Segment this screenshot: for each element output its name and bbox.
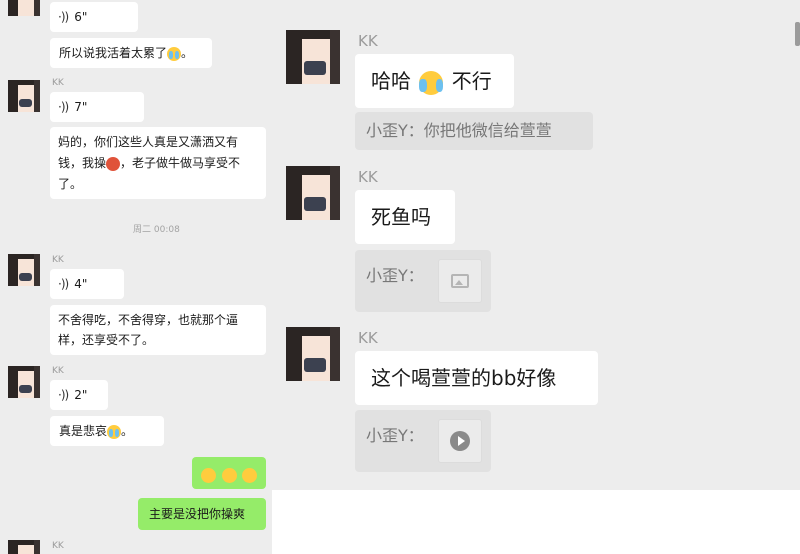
sticker-message[interactable] — [192, 457, 266, 489]
avatar[interactable] — [8, 254, 40, 286]
sender-name: KK — [358, 168, 378, 186]
avatar[interactable] — [8, 0, 40, 16]
message-bubble[interactable]: 死鱼吗 — [355, 190, 455, 244]
image-icon — [451, 274, 469, 288]
timestamp: 周二 00:08 — [133, 225, 180, 235]
message-bubble[interactable]: 妈的，你们这些人真是又潇洒又有 钱，我操 ，老子做牛做马享受不 了。 — [50, 127, 266, 199]
message-bubble[interactable]: 这个喝萱萱的bb好像 — [355, 351, 598, 405]
sender-name: KK — [52, 541, 64, 551]
face-emoji-icon — [221, 468, 237, 483]
scrollbar[interactable] — [795, 22, 800, 46]
voice-icon: ·)) — [58, 10, 69, 24]
avatar[interactable] — [286, 166, 340, 220]
message-bubble[interactable]: 哈哈 不行 — [355, 54, 514, 108]
avatar[interactable] — [8, 366, 40, 398]
voice-icon: ·)) — [58, 388, 69, 402]
sender-name: KK — [52, 366, 64, 376]
sent-message-bubble[interactable]: 主要是没把你操爽 — [138, 498, 266, 530]
sender-name: KK — [358, 32, 378, 50]
quoted-reply[interactable]: 小歪Y：你把他微信给萱萱 — [355, 112, 593, 150]
sender-name: KK — [52, 78, 64, 88]
angry-emoji-icon — [106, 156, 121, 171]
face-emoji-icon — [201, 468, 217, 483]
voice-icon: ·)) — [58, 100, 69, 114]
voice-message[interactable]: ·)) 6" — [50, 2, 138, 32]
message-bubble[interactable]: 真是悲哀。 — [50, 416, 164, 446]
video-thumbnail[interactable] — [438, 419, 482, 463]
left-chat-panel: ·)) 6" 所以说我活着太累了。 KK ·)) 7" 妈的，你们这些人真是又潇洒又… — [0, 0, 272, 554]
crying-emoji-icon — [167, 46, 182, 61]
sender-name: KK — [52, 255, 64, 265]
laughing-tears-emoji-icon — [419, 70, 444, 95]
avatar[interactable] — [286, 30, 340, 84]
message-bubble[interactable]: 不舍得吃，不舍得穿，也就那个逼 样，还享受不了。 — [50, 305, 266, 355]
image-thumbnail[interactable] — [438, 259, 482, 303]
quoted-image-reply[interactable]: 小歪Y： — [355, 250, 491, 312]
avatar[interactable] — [8, 80, 40, 112]
avatar[interactable] — [286, 327, 340, 381]
voice-message[interactable]: ·)) 4" — [50, 269, 124, 299]
quoted-video-reply[interactable]: 小歪Y： — [355, 410, 491, 472]
right-chat-panel: KK 哈哈 不行 小歪Y：你把他微信给萱萱 KK 死鱼吗 小歪Y： KK 这个喝… — [272, 0, 800, 490]
voice-message[interactable]: ·)) 2" — [50, 380, 108, 410]
blank-area — [272, 490, 800, 554]
avatar[interactable] — [8, 540, 40, 554]
sender-name: KK — [358, 329, 378, 347]
message-bubble[interactable]: 所以说我活着太累了。 — [50, 38, 212, 68]
face-emoji-icon — [241, 468, 257, 483]
play-icon[interactable] — [450, 431, 470, 451]
voice-message[interactable]: ·)) 7" — [50, 92, 144, 122]
voice-icon: ·)) — [58, 277, 69, 291]
crying-emoji-icon — [107, 424, 122, 439]
